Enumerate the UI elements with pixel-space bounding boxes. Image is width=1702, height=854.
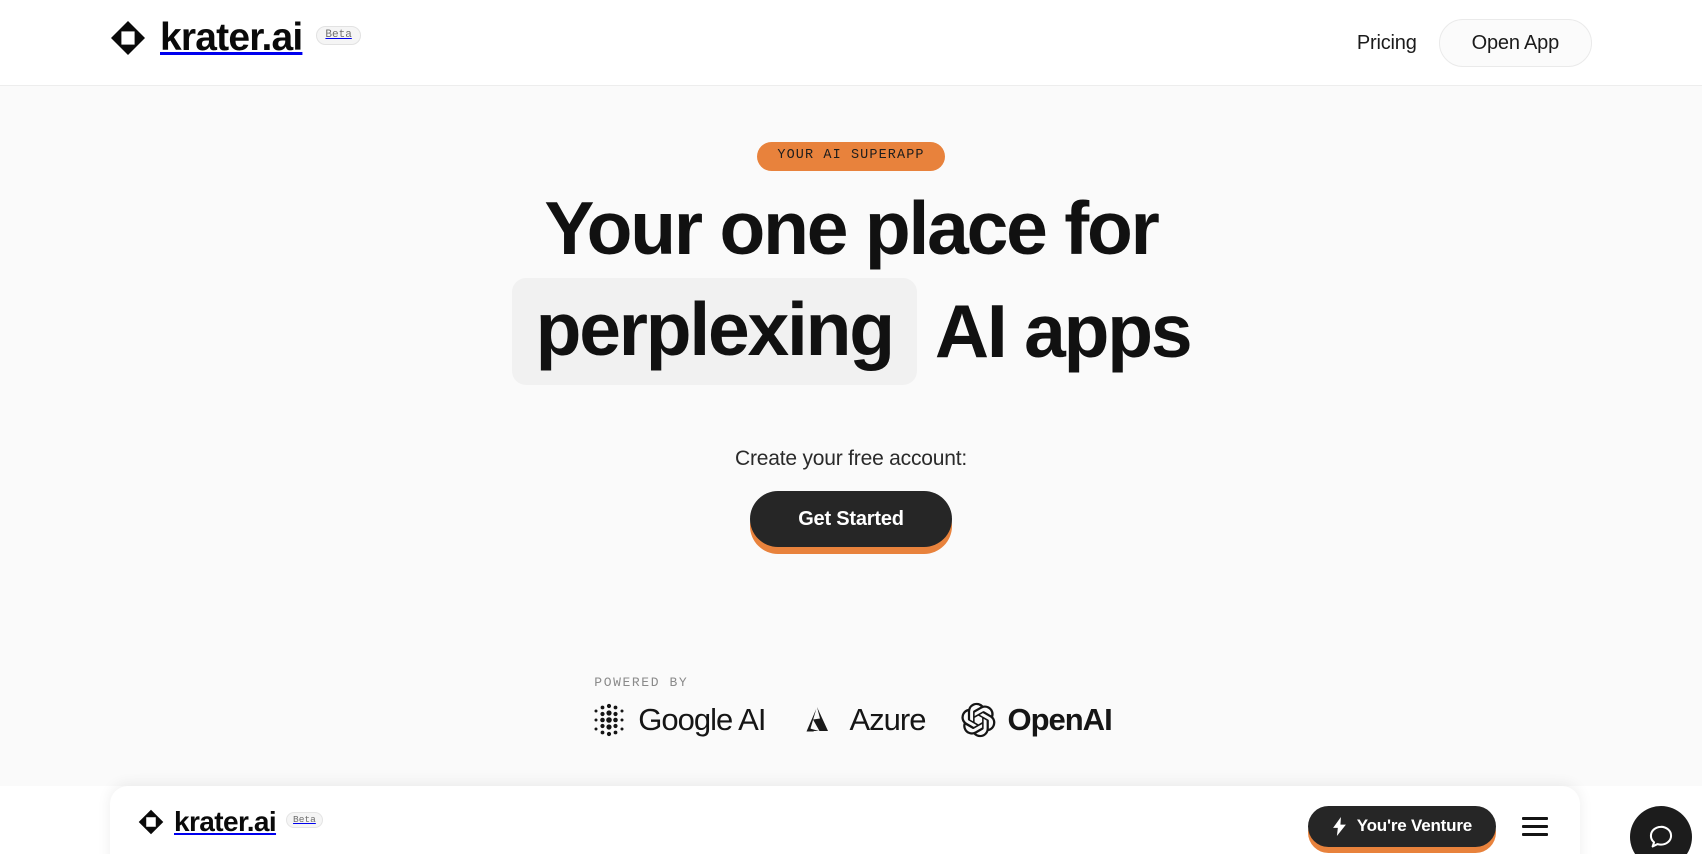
hero-section: YOUR AI SUPERAPP Your one place for perp… (0, 86, 1702, 786)
logo-label-openai: OpenAI (1007, 702, 1112, 738)
partner-logo-row: Google AI Azure OpenAI (590, 700, 1113, 740)
headline-highlight-chip: perplexing (511, 277, 917, 385)
page-title: Your one place for perplexing AI apps (511, 185, 1193, 385)
header-nav: Pricing Open App (1357, 0, 1592, 86)
logo-azure: Azure (799, 700, 926, 740)
hero-badge: YOUR AI SUPERAPP (757, 142, 945, 171)
logo-label-azure: Azure (849, 702, 926, 738)
bottom-brand-logo-link[interactable]: krater.ai Beta (138, 808, 323, 836)
open-app-button[interactable]: Open App (1438, 19, 1592, 67)
cta-button-wrapper: Get Started (750, 490, 952, 554)
logo-label-google-ai: Google AI (638, 702, 766, 738)
powered-by-section: POWERED BY Google AI Azure OpenAI (590, 674, 1113, 740)
brand-name: krater.ai (160, 16, 303, 59)
openai-knot-icon (961, 702, 996, 737)
headline-line-2: perplexing AI apps (511, 277, 1193, 385)
venture-button-label: You're Venture (1356, 816, 1472, 836)
brand-logo-link[interactable]: krater.ai Beta (110, 18, 361, 57)
bottom-overlay-panel: krater.ai Beta You're Venture (110, 786, 1580, 854)
chat-bubble-icon (1649, 825, 1673, 848)
bottom-brand-name: krater.ai (174, 806, 277, 837)
youre-venture-button[interactable]: You're Venture (1307, 806, 1496, 847)
hamburger-bar (1522, 833, 1548, 836)
nav-link-pricing[interactable]: Pricing (1357, 32, 1417, 55)
site-header: krater.ai Beta Pricing Open App (0, 0, 1702, 86)
page-root: krater.ai Beta Pricing Open App YOUR AI … (0, 0, 1702, 854)
cta-caption: Create your free account: (735, 446, 967, 470)
google-ai-dots-icon (594, 703, 624, 736)
azure-triangle-icon (806, 706, 829, 732)
bottom-beta-badge: Beta (286, 812, 323, 828)
google-word: Google (638, 702, 733, 738)
bottom-panel-actions: You're Venture (1307, 806, 1552, 853)
logo-openai: OpenAI (959, 701, 1113, 739)
lightning-bolt-icon (1332, 817, 1346, 836)
krater-diamond-icon (138, 809, 164, 835)
beta-badge: Beta (316, 26, 361, 45)
headline-rest: AI apps (934, 288, 1193, 373)
krater-diamond-icon (111, 20, 145, 55)
ai-word: AI (732, 702, 766, 738)
hamburger-menu-icon[interactable] (1518, 813, 1552, 840)
chat-widget-button[interactable] (1630, 806, 1692, 854)
powered-by-label: POWERED BY (594, 674, 689, 690)
hamburger-bar (1522, 817, 1548, 820)
get-started-button[interactable]: Get Started (750, 490, 952, 547)
hamburger-bar (1522, 825, 1548, 828)
venture-button-wrapper: You're Venture (1307, 806, 1496, 853)
headline-line-1: Your one place for (544, 185, 1159, 270)
logo-google-ai: Google AI (590, 701, 766, 739)
